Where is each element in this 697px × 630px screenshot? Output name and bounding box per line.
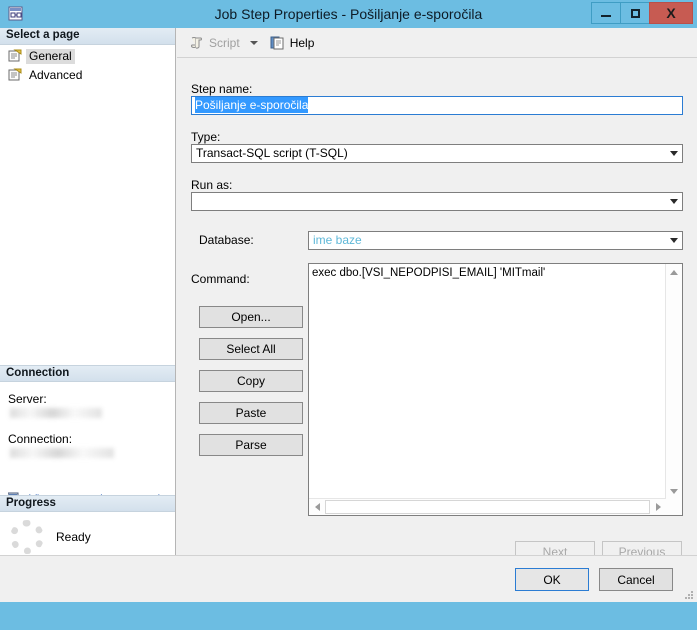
page-icon [8, 49, 22, 63]
command-horizontal-scrollbar[interactable] [309, 498, 666, 515]
type-value: Transact-SQL script (T-SQL) [196, 146, 348, 160]
run-as-select[interactable] [191, 192, 683, 211]
progress-status: Ready [56, 530, 91, 544]
close-icon: X [666, 5, 676, 21]
cancel-button[interactable]: Cancel [599, 568, 673, 591]
dialog-client-area: Select a page General Advanced Connectio… [0, 28, 697, 602]
sidebar-item-general[interactable]: General [8, 48, 75, 64]
dialog-footer: OK Cancel [0, 555, 697, 602]
chevron-down-icon[interactable] [665, 145, 682, 162]
progress-header: Progress [0, 495, 175, 512]
progress-row: Ready [10, 520, 91, 554]
ok-button[interactable]: OK [515, 568, 589, 591]
left-pane: Select a page General Advanced Connectio… [0, 28, 176, 583]
connection-value-redacted [10, 448, 114, 458]
sidebar-item-advanced[interactable]: Advanced [8, 67, 85, 83]
script-scroll-icon [189, 35, 205, 51]
minimize-button[interactable] [591, 2, 621, 24]
maximize-button[interactable] [620, 2, 650, 24]
close-button[interactable]: X [649, 2, 693, 24]
command-label: Command: [191, 272, 250, 286]
help-button[interactable]: Help [266, 32, 319, 54]
select-all-button[interactable]: Select All [199, 338, 303, 360]
type-label: Type: [191, 130, 221, 144]
resize-grip[interactable] [683, 589, 693, 599]
script-button[interactable]: Script [185, 32, 244, 54]
server-label: Server: [8, 392, 47, 406]
scroll-left-icon[interactable] [309, 499, 325, 515]
step-name-value: Pošiljanje e-sporočila [195, 97, 309, 113]
page-icon [8, 68, 22, 82]
copy-button[interactable]: Copy [199, 370, 303, 392]
chevron-down-icon[interactable] [665, 193, 682, 210]
command-value: exec dbo.[VSI_NEPODPISI_EMAIL] 'MITmail' [312, 267, 546, 279]
select-a-page-header: Select a page [0, 28, 175, 45]
type-select[interactable]: Transact-SQL script (T-SQL) [191, 144, 683, 163]
help-book-icon [270, 35, 286, 51]
horizontal-scroll-track[interactable] [325, 500, 650, 514]
command-vertical-scrollbar[interactable] [665, 264, 682, 499]
database-select[interactable]: ime baze [308, 231, 683, 250]
title-bar: Job Step Properties - Pošiljanje e-sporo… [0, 0, 697, 28]
spinner-icon [10, 520, 44, 554]
database-value: ime baze [313, 233, 362, 247]
scrollbar-corner [666, 499, 682, 515]
paste-button[interactable]: Paste [199, 402, 303, 424]
window-controls: X [591, 2, 693, 24]
job-step-properties-window: Job Step Properties - Pošiljanje e-sporo… [0, 0, 697, 630]
minimize-icon [601, 14, 611, 17]
connection-label: Connection: [8, 432, 73, 446]
step-name-label: Step name: [191, 82, 253, 96]
step-name-input[interactable]: Pošiljanje e-sporočila [191, 96, 683, 115]
toolbar: Script Help [177, 28, 697, 58]
scroll-right-icon[interactable] [650, 499, 666, 515]
database-label: Database: [199, 233, 254, 247]
command-textarea[interactable]: exec dbo.[VSI_NEPODPISI_EMAIL] 'MITmail' [308, 263, 683, 516]
server-value-redacted [10, 408, 102, 418]
script-label: Script [209, 35, 240, 50]
chevron-down-icon[interactable] [665, 232, 682, 249]
connection-header: Connection [0, 365, 175, 382]
maximize-icon [630, 8, 640, 18]
scroll-up-icon[interactable] [666, 264, 682, 280]
sidebar-item-label: Advanced [29, 67, 83, 82]
scroll-down-icon[interactable] [666, 483, 682, 499]
help-label: Help [289, 35, 315, 50]
sidebar-item-label: General [26, 48, 75, 64]
right-pane: Script Help Step name: Pošiljanje e-spor… [177, 28, 697, 583]
parse-button[interactable]: Parse [199, 434, 303, 456]
chevron-down-icon[interactable] [249, 40, 258, 45]
run-as-label: Run as: [191, 178, 233, 192]
open-button[interactable]: Open... [199, 306, 303, 328]
